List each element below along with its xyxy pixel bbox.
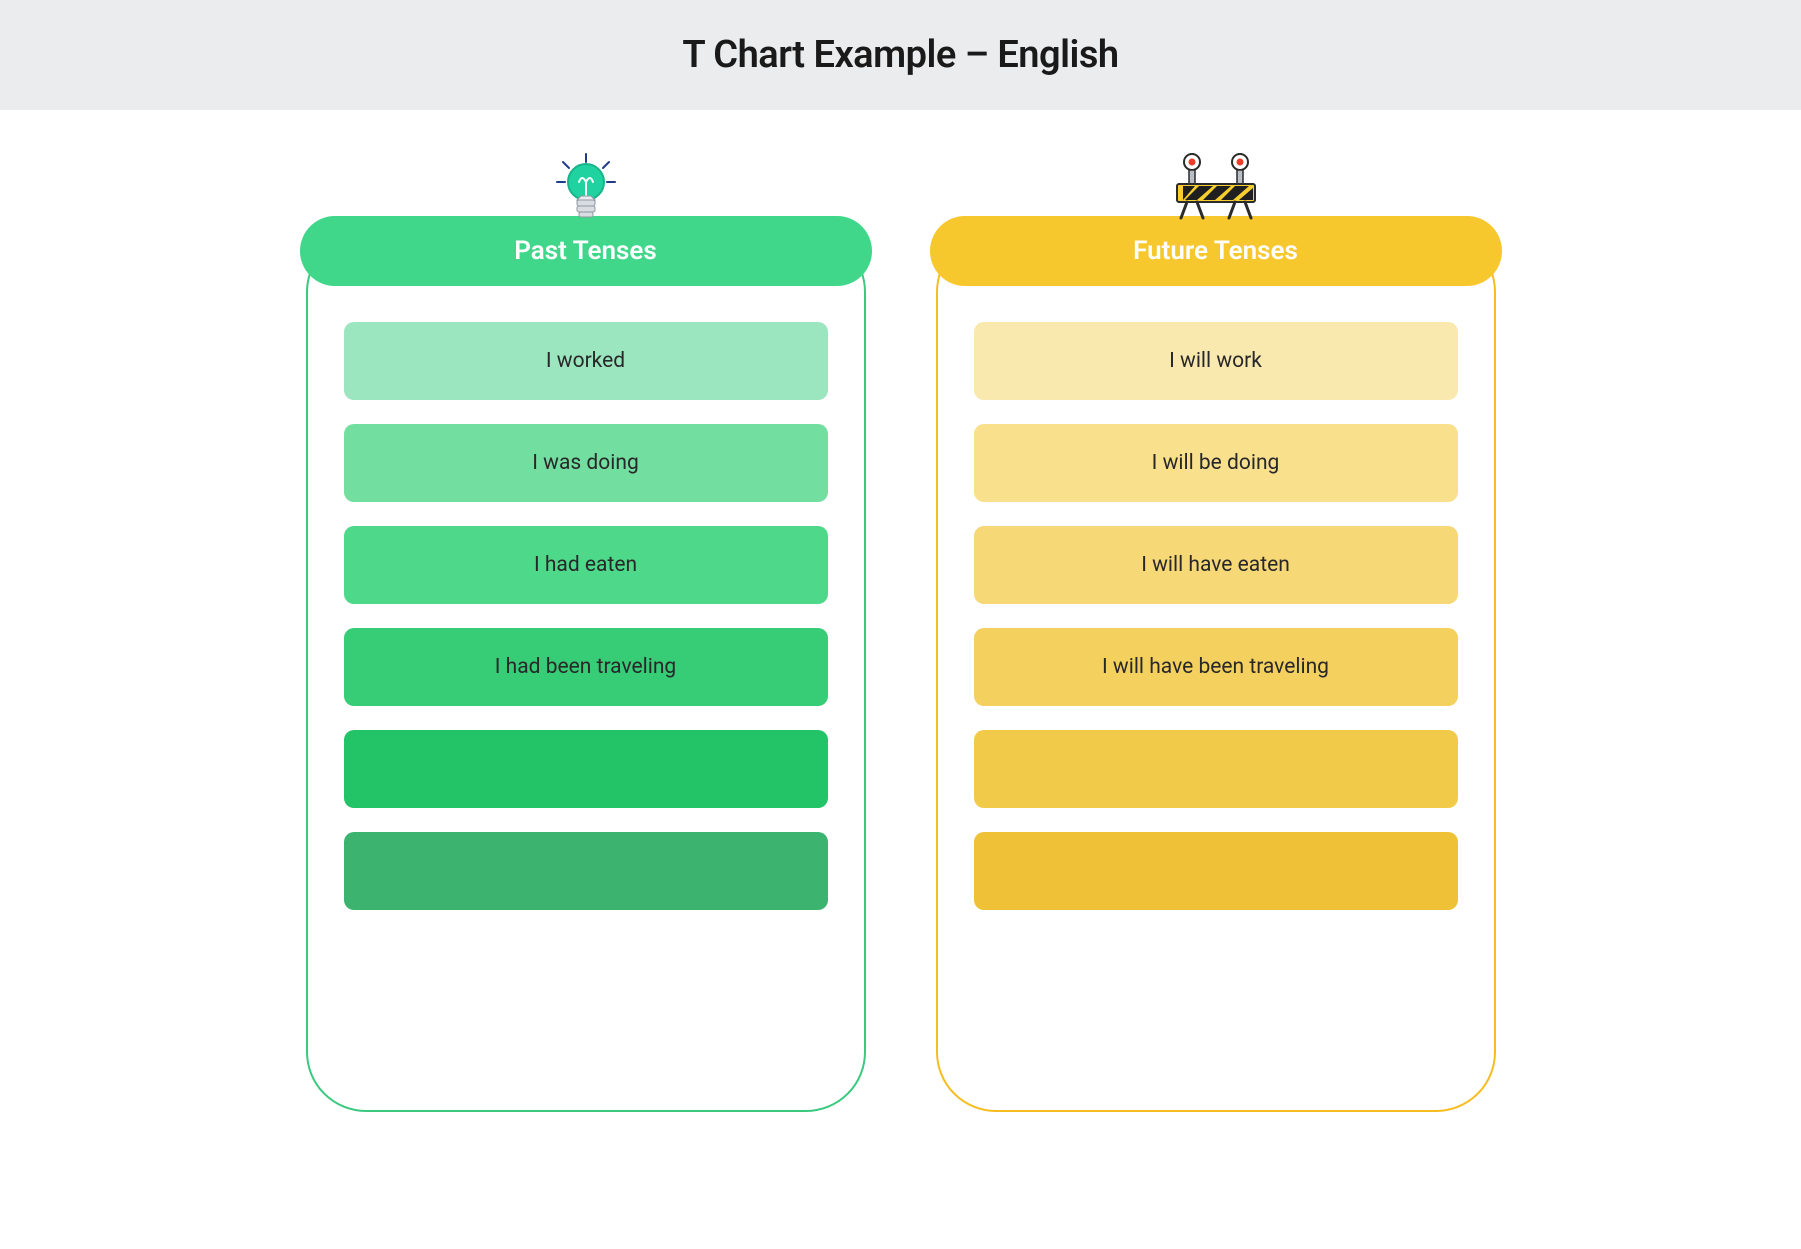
row-text: I had eaten	[534, 553, 637, 577]
column-header-label: Past Tenses	[514, 236, 656, 266]
list-item: I will have been traveling	[974, 628, 1458, 706]
column-body-past: I worked I was doing I had eaten I had b…	[306, 232, 866, 1112]
barrier-icon	[1173, 152, 1259, 226]
list-item: I was doing	[344, 424, 828, 502]
list-item	[344, 832, 828, 910]
row-text: I had been traveling	[495, 655, 676, 679]
column-header-future: Future Tenses	[930, 216, 1502, 286]
row-text: I will have eaten	[1141, 553, 1290, 577]
t-chart: Past Tenses I worked I was doing I had e…	[0, 110, 1801, 1112]
list-item: I worked	[344, 322, 828, 400]
list-item: I had been traveling	[344, 628, 828, 706]
list-item	[974, 730, 1458, 808]
lightbulb-icon	[551, 152, 621, 234]
column-header-label: Future Tenses	[1133, 236, 1298, 266]
row-text: I will work	[1169, 349, 1262, 373]
list-item	[974, 832, 1458, 910]
list-item: I will be doing	[974, 424, 1458, 502]
list-item: I will have eaten	[974, 526, 1458, 604]
title-band: T Chart Example – English	[0, 0, 1801, 110]
row-text: I worked	[546, 349, 625, 373]
row-text: I will be doing	[1152, 451, 1280, 475]
row-text: I will have been traveling	[1102, 655, 1329, 679]
page-title: T Chart Example – English	[682, 33, 1118, 77]
list-item: I will work	[974, 322, 1458, 400]
row-text: I was doing	[532, 451, 639, 475]
list-item	[344, 730, 828, 808]
list-item: I had eaten	[344, 526, 828, 604]
column-future: Future Tenses I will work I will be doin…	[936, 200, 1496, 1112]
column-past: Past Tenses I worked I was doing I had e…	[306, 200, 866, 1112]
column-body-future: I will work I will be doing I will have …	[936, 232, 1496, 1112]
